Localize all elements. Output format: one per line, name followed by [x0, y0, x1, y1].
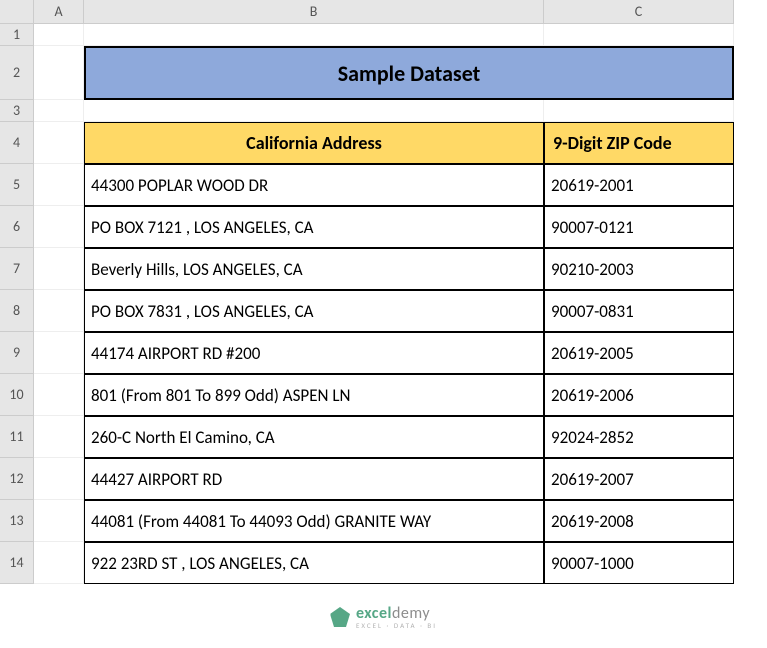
row-header-11[interactable]: 11: [0, 416, 34, 458]
cell-address[interactable]: 260-C North El Camino, CA: [84, 416, 544, 458]
cell-a6[interactable]: [34, 206, 84, 248]
cell-a1[interactable]: [34, 24, 84, 46]
cell-a2[interactable]: [34, 46, 84, 100]
row-header-5[interactable]: 5: [0, 164, 34, 206]
spreadsheet: A B C 1 2 Sample Dataset 3 4 California …: [0, 0, 767, 584]
exceldemy-logo-icon: [330, 607, 350, 627]
cell-a8[interactable]: [34, 290, 84, 332]
watermark: exceldemy EXCEL · DATA · BI: [330, 604, 437, 630]
cell-a9[interactable]: [34, 332, 84, 374]
cell-address[interactable]: Beverly Hills, LOS ANGELES, CA: [84, 248, 544, 290]
row-header-10[interactable]: 10: [0, 374, 34, 416]
cell-zip[interactable]: 20619-2006: [544, 374, 734, 416]
row-header-1[interactable]: 1: [0, 24, 34, 46]
cell-a5[interactable]: [34, 164, 84, 206]
cell-address[interactable]: 922 23RD ST , LOS ANGELES, CA: [84, 542, 544, 584]
cell-zip[interactable]: 90007-1000: [544, 542, 734, 584]
header-zip[interactable]: 9-Digit ZIP Code: [544, 122, 734, 164]
cell-c1[interactable]: [544, 24, 734, 46]
row-header-8[interactable]: 8: [0, 290, 34, 332]
watermark-text-wrap: exceldemy EXCEL · DATA · BI: [356, 604, 437, 630]
title-cell[interactable]: Sample Dataset: [84, 46, 734, 100]
watermark-sub: EXCEL · DATA · BI: [356, 621, 437, 630]
cell-address[interactable]: 44300 POPLAR WOOD DR: [84, 164, 544, 206]
col-header-b[interactable]: B: [84, 0, 544, 24]
cell-zip[interactable]: 20619-2001: [544, 164, 734, 206]
row-header-9[interactable]: 9: [0, 332, 34, 374]
cell-address[interactable]: PO BOX 7121 , LOS ANGELES, CA: [84, 206, 544, 248]
row-header-7[interactable]: 7: [0, 248, 34, 290]
row-header-12[interactable]: 12: [0, 458, 34, 500]
cell-zip[interactable]: 20619-2007: [544, 458, 734, 500]
cell-a12[interactable]: [34, 458, 84, 500]
cell-zip[interactable]: 90210-2003: [544, 248, 734, 290]
cell-a7[interactable]: [34, 248, 84, 290]
cell-a11[interactable]: [34, 416, 84, 458]
cell-a4[interactable]: [34, 122, 84, 164]
row-header-6[interactable]: 6: [0, 206, 34, 248]
col-header-a[interactable]: A: [34, 0, 84, 24]
cell-c3[interactable]: [544, 100, 734, 122]
row-header-14[interactable]: 14: [0, 542, 34, 584]
row-header-2[interactable]: 2: [0, 46, 34, 100]
cell-address[interactable]: 44174 AIRPORT RD #200: [84, 332, 544, 374]
cell-zip[interactable]: 92024-2852: [544, 416, 734, 458]
cell-address[interactable]: 801 (From 801 To 899 Odd) ASPEN LN: [84, 374, 544, 416]
cell-address[interactable]: 44427 AIRPORT RD: [84, 458, 544, 500]
cell-a10[interactable]: [34, 374, 84, 416]
cell-a13[interactable]: [34, 500, 84, 542]
cell-zip[interactable]: 20619-2008: [544, 500, 734, 542]
cell-address[interactable]: PO BOX 7831 , LOS ANGELES, CA: [84, 290, 544, 332]
cell-b1[interactable]: [84, 24, 544, 46]
cell-zip[interactable]: 90007-0121: [544, 206, 734, 248]
row-header-13[interactable]: 13: [0, 500, 34, 542]
cell-a3[interactable]: [34, 100, 84, 122]
corner-cell[interactable]: [0, 0, 34, 24]
header-address[interactable]: California Address: [84, 122, 544, 164]
cell-zip[interactable]: 90007-0831: [544, 290, 734, 332]
col-header-c[interactable]: C: [544, 0, 734, 24]
cell-address[interactable]: 44081 (From 44081 To 44093 Odd) GRANITE …: [84, 500, 544, 542]
cell-b3[interactable]: [84, 100, 544, 122]
cell-a14[interactable]: [34, 542, 84, 584]
row-header-3[interactable]: 3: [0, 100, 34, 122]
cell-zip[interactable]: 20619-2005: [544, 332, 734, 374]
row-header-4[interactable]: 4: [0, 122, 34, 164]
